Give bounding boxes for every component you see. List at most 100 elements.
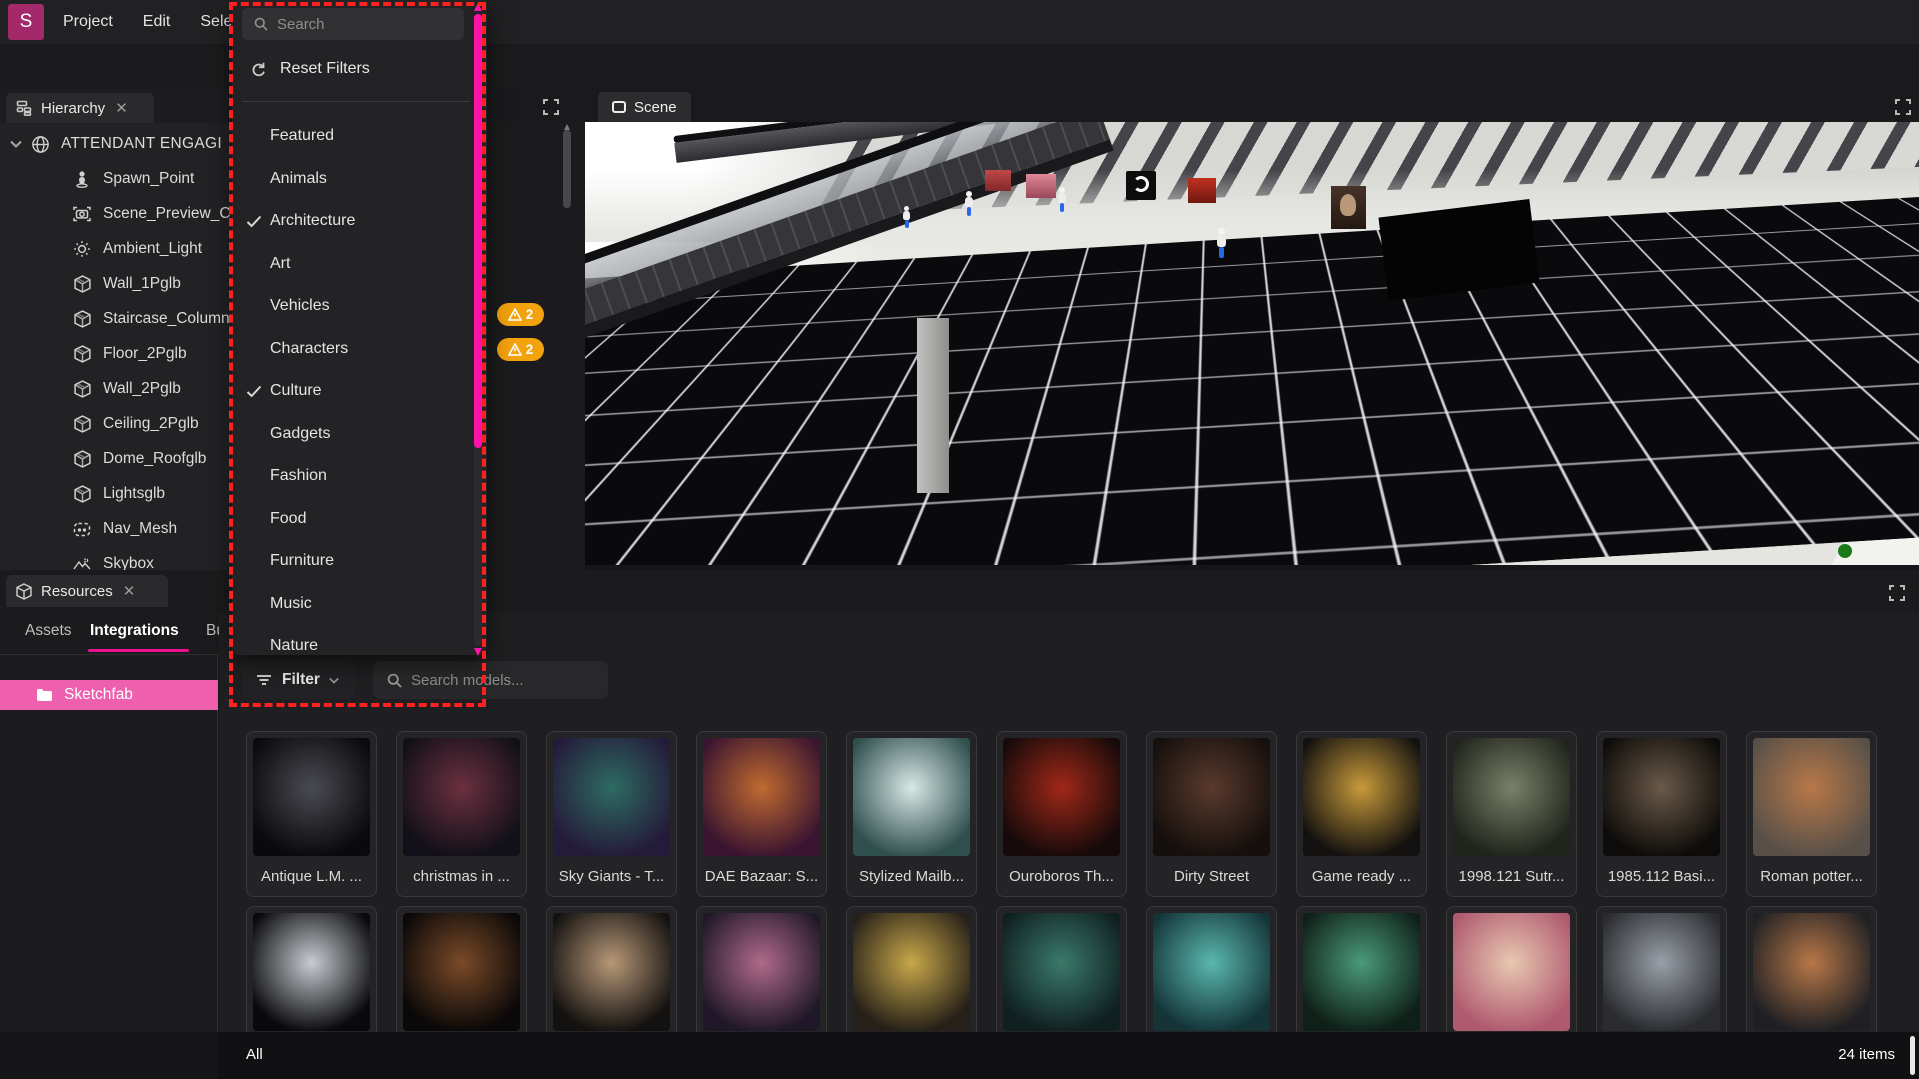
tree-item[interactable]: Skybox — [0, 547, 232, 570]
model-card[interactable]: Roman potter... — [1746, 731, 1877, 897]
model-card[interactable] — [396, 906, 527, 1032]
category-item-animals[interactable]: Animals — [232, 158, 472, 200]
mouse-icon — [716, 536, 727, 551]
tree-item[interactable]: ATTENDANT ENGAGI — [0, 127, 232, 161]
tree-item[interactable]: Scene_Preview_C — [0, 197, 232, 231]
close-icon[interactable]: ✕ — [115, 99, 128, 117]
tree-item[interactable]: Lightsglb — [0, 477, 232, 511]
models-search-input[interactable] — [411, 672, 576, 689]
resources-tab-label: Resources — [41, 583, 113, 600]
resources-tab[interactable]: Resources ✕ — [6, 575, 168, 607]
tree-item[interactable]: Floor_2Pglb — [0, 337, 232, 371]
reset-icon — [250, 60, 268, 78]
scroll-down-icon[interactable] — [474, 648, 482, 656]
model-thumbnail — [553, 738, 670, 856]
tree-item[interactable]: Ceiling_2Pglb — [0, 407, 232, 441]
tree-item[interactable]: Spawn_Point — [0, 162, 232, 196]
model-card-label: 1985.112 Basi... — [1600, 862, 1723, 890]
filter-search-input[interactable] — [277, 16, 432, 33]
tree-item[interactable]: Ambient_Light — [0, 232, 232, 266]
model-card[interactable]: DAE Bazaar: S... — [696, 731, 827, 897]
panel-scrollbar[interactable] — [563, 130, 571, 208]
model-card[interactable] — [1146, 906, 1277, 1032]
category-item-furniture[interactable]: Furniture — [232, 540, 472, 582]
model-card[interactable] — [1746, 906, 1877, 1032]
filter-search-field[interactable] — [242, 8, 464, 40]
model-card[interactable]: Stylized Mailb... — [846, 731, 977, 897]
hierarchy-panel: Hierarchy ✕ ATTENDANT ENGAGISpawn_PointS… — [0, 88, 232, 570]
model-card[interactable]: 1985.112 Basi... — [1596, 731, 1727, 897]
model-card[interactable] — [996, 906, 1127, 1032]
model-card[interactable] — [696, 906, 827, 1032]
model-card-label: Game ready ... — [1300, 862, 1423, 890]
model-card[interactable]: Ouroboros Th... — [996, 731, 1127, 897]
model-thumbnail — [553, 913, 670, 1031]
tree-item[interactable]: Wall_2Pglb — [0, 372, 232, 406]
category-item-art[interactable]: Art — [232, 243, 472, 285]
model-card[interactable]: christmas in ... — [396, 731, 527, 897]
fullscreen-icon[interactable] — [539, 95, 563, 119]
model-card[interactable] — [1596, 906, 1727, 1032]
model-card[interactable] — [246, 906, 377, 1032]
tree-item[interactable]: Wall_1Pglb — [0, 267, 232, 301]
tab-assets[interactable]: Assets — [25, 622, 72, 640]
model-card[interactable]: 1998.121 Sutr... — [1446, 731, 1577, 897]
model-card[interactable]: Sky Giants - T... — [546, 731, 677, 897]
warning-badge[interactable]: 2 — [497, 303, 544, 326]
fullscreen-icon[interactable] — [1891, 95, 1915, 119]
category-label: Culture — [270, 382, 322, 400]
warning-badge[interactable]: 2 — [497, 338, 544, 361]
scroll-up-icon[interactable] — [474, 3, 482, 11]
model-card[interactable]: Game ready ... — [1296, 731, 1427, 897]
close-icon[interactable]: ✕ — [123, 582, 136, 600]
model-card[interactable]: Dirty Street — [1146, 731, 1277, 897]
tree-item[interactable]: Nav_Mesh — [0, 512, 232, 546]
model-card[interactable] — [1296, 906, 1427, 1032]
wall-artwork — [1188, 178, 1216, 203]
category-item-featured[interactable]: Featured — [232, 115, 472, 157]
category-item-vehicles[interactable]: Vehicles — [232, 285, 472, 327]
model-card[interactable] — [1446, 906, 1577, 1032]
gizmo-y-axis: Y — [1837, 422, 1858, 443]
sketchfab-folder-item[interactable]: Sketchfab — [0, 680, 218, 710]
model-thumbnail — [1453, 913, 1570, 1031]
model-thumbnail — [1003, 738, 1120, 856]
category-item-food[interactable]: Food — [232, 498, 472, 540]
menu-item-edit[interactable]: Edit — [143, 13, 171, 31]
category-item-fashion[interactable]: Fashion — [232, 455, 472, 497]
menu-item-project[interactable]: Project — [63, 13, 113, 31]
model-card[interactable] — [546, 906, 677, 1032]
model-card[interactable] — [846, 906, 977, 1032]
hierarchy-tab[interactable]: Hierarchy ✕ — [6, 93, 154, 123]
nav-control-fly: Fly — [716, 536, 749, 551]
category-item-culture[interactable]: Culture — [232, 370, 472, 412]
menu-items: ProjectEditSelect — [44, 13, 245, 31]
category-item-architecture[interactable]: Architecture — [232, 200, 472, 242]
category-label: Featured — [270, 127, 334, 145]
results-status-bar: All 24 items — [218, 1032, 1919, 1079]
camera-icon — [72, 206, 92, 222]
model-card[interactable]: Antique L.M. ... — [246, 731, 377, 897]
cube-icon — [72, 485, 92, 503]
reset-filters-button[interactable]: Reset Filters — [242, 48, 464, 90]
expand-chevron-icon[interactable] — [10, 140, 22, 148]
app-logo[interactable]: S — [8, 4, 44, 40]
fullscreen-icon[interactable] — [1885, 581, 1909, 605]
category-label: Art — [270, 255, 290, 273]
scene-tab[interactable]: Scene — [598, 92, 691, 122]
tree-item-label: Ambient_Light — [103, 240, 202, 258]
cube-icon — [16, 583, 32, 600]
scrollbar-thumb[interactable] — [1910, 1036, 1915, 1075]
category-item-gadgets[interactable]: Gadgets — [232, 413, 472, 455]
scene-viewport[interactable]: OrbitPanFly Y X Z — [585, 122, 1919, 565]
model-thumbnail — [853, 913, 970, 1031]
category-item-nature[interactable]: Nature — [232, 625, 472, 667]
tree-item[interactable]: Staircase_Column — [0, 302, 232, 336]
category-item-music[interactable]: Music — [232, 583, 472, 625]
sun-icon — [72, 240, 92, 258]
tab-integrations[interactable]: Integrations — [90, 622, 179, 640]
tree-item[interactable]: Dome_Roofglb — [0, 442, 232, 476]
dropdown-scrollbar-thumb[interactable] — [474, 14, 482, 448]
model-card-label: Ouroboros Th... — [1000, 862, 1123, 890]
category-item-characters[interactable]: Characters — [232, 328, 472, 370]
